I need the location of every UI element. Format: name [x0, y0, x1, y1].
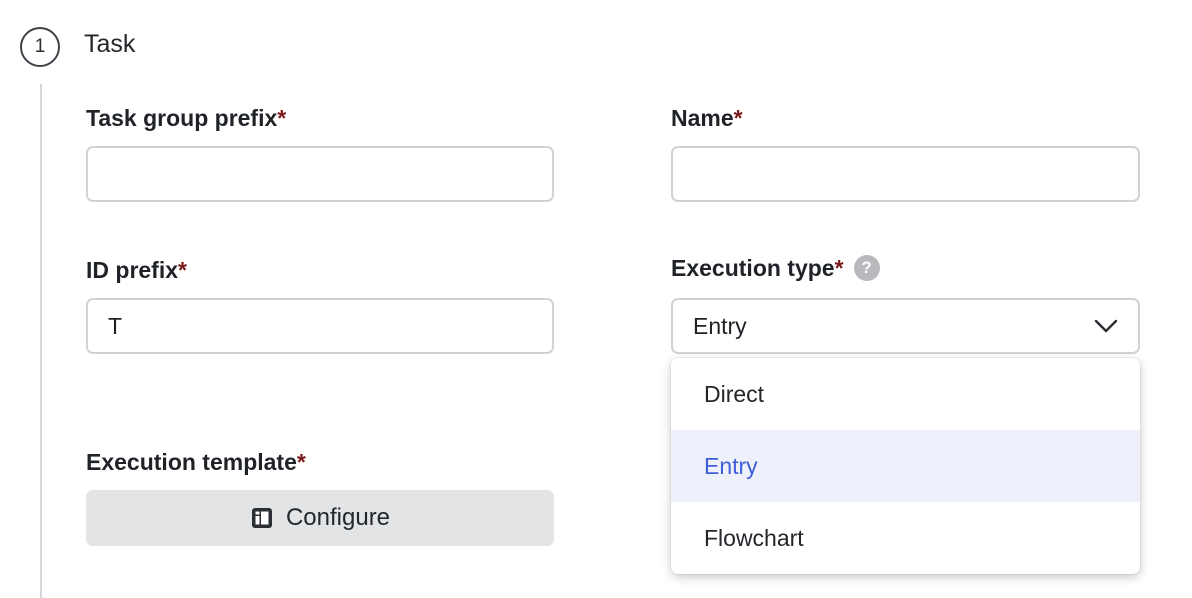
dropdown-option-entry[interactable]: Entry [671, 430, 1140, 502]
required-mark: * [178, 257, 187, 283]
task-group-prefix-label: Task group prefix* [86, 105, 287, 131]
execution-type-selected-value: Entry [693, 312, 747, 339]
name-input[interactable] [671, 146, 1140, 202]
chevron-down-icon [1094, 319, 1118, 333]
required-mark: * [277, 105, 287, 131]
configure-button-label: Configure [285, 504, 391, 531]
help-icon[interactable]: ? [853, 255, 880, 281]
task-group-prefix-input[interactable] [86, 146, 554, 202]
execution-type-label: Execution type*? [671, 255, 880, 282]
step-number-badge: 1 [20, 27, 60, 67]
execution-type-dropdown: Direct Entry Flowchart [671, 358, 1140, 574]
required-mark: * [834, 255, 844, 281]
required-mark: * [733, 105, 743, 131]
configure-button[interactable]: Configure [86, 490, 554, 546]
template-icon [251, 508, 272, 528]
step-connector-line [40, 84, 42, 598]
dropdown-option-flowchart[interactable]: Flowchart [671, 502, 1140, 574]
execution-template-label: Execution template* [86, 449, 306, 475]
id-prefix-label: ID prefix* [86, 257, 187, 283]
step-number: 1 [34, 36, 46, 57]
name-label: Name* [671, 105, 743, 131]
execution-type-select[interactable]: Entry [671, 298, 1140, 354]
id-prefix-input[interactable] [86, 298, 554, 354]
dropdown-option-direct[interactable]: Direct [671, 358, 1140, 430]
step-title: Task [84, 30, 136, 58]
required-mark: * [296, 449, 306, 475]
